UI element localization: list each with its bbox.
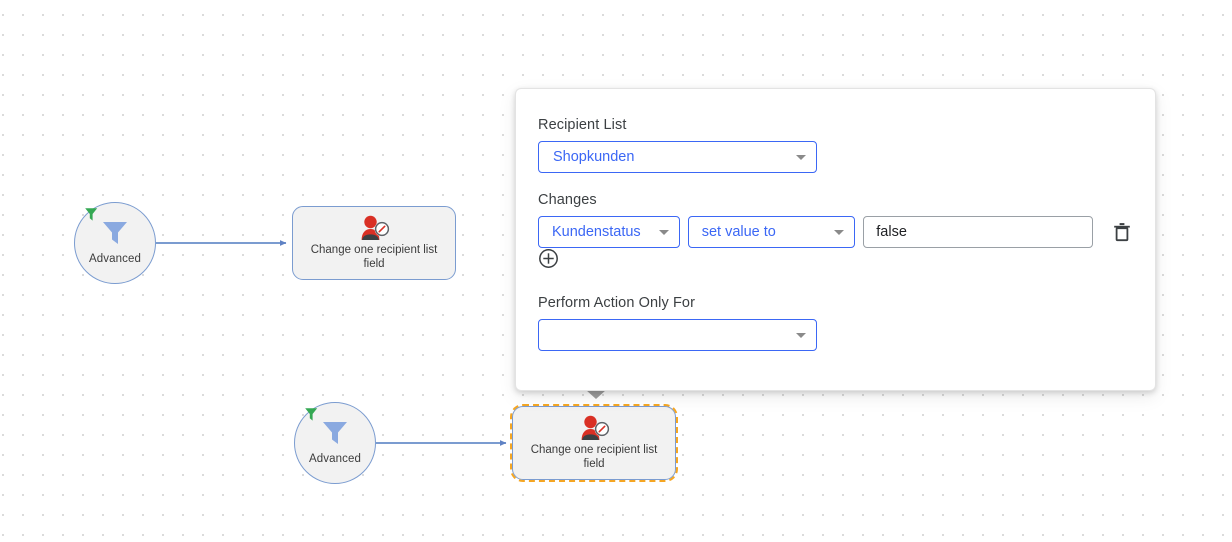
change-value-text: false [876,224,907,240]
delete-change-button[interactable] [1113,221,1131,243]
funnel-green-badge-icon [83,206,100,228]
funnel-icon [101,220,129,251]
chevron-down-icon [796,155,806,160]
node-action-change-recipient-field-top[interactable]: Change one recipient list field [292,206,456,280]
node-label: Advanced [89,253,141,265]
change-operator-value: set value to [701,224,776,240]
change-field-select[interactable]: Kundenstatus [538,216,680,248]
workflow-canvas[interactable]: Advanced Change one recipient list field [0,0,1232,542]
node-filter-advanced-top[interactable]: Advanced [74,202,156,284]
node-label: Change one recipient list field [530,444,658,470]
change-value-input[interactable]: false [863,216,1093,248]
change-operator-select[interactable]: set value to [687,216,856,248]
funnel-icon [321,420,349,451]
recipient-list-select[interactable]: Shopkunden [538,141,817,173]
add-circle-icon [539,249,558,268]
trash-icon [1113,223,1130,242]
recipient-edit-icon [577,415,611,441]
add-change-button[interactable] [538,249,559,273]
perform-action-only-for-label: Perform Action Only For [538,295,696,311]
funnel-green-badge-icon [303,406,320,428]
changes-label: Changes [538,192,597,208]
changes-row: Kundenstatus set value to false [538,216,1131,248]
chevron-down-icon [834,230,845,235]
action-properties-panel: Recipient List Shopkunden Changes Kunden… [515,88,1156,391]
node-filter-advanced-bottom[interactable]: Advanced [294,402,376,484]
panel-pointer-triangle [586,390,606,399]
node-action-change-recipient-field-bottom[interactable]: Change one recipient list field [510,404,678,482]
recipient-list-value: Shopkunden [553,149,635,165]
chevron-down-icon [658,230,669,235]
node-label: Advanced [309,453,361,465]
recipient-edit-icon [357,215,391,241]
chevron-down-icon [796,333,806,338]
perform-action-only-for-select[interactable] [538,319,817,351]
change-field-value: Kundenstatus [552,224,641,240]
recipient-list-label: Recipient List [538,117,627,133]
node-label: Change one recipient list field [310,244,438,270]
